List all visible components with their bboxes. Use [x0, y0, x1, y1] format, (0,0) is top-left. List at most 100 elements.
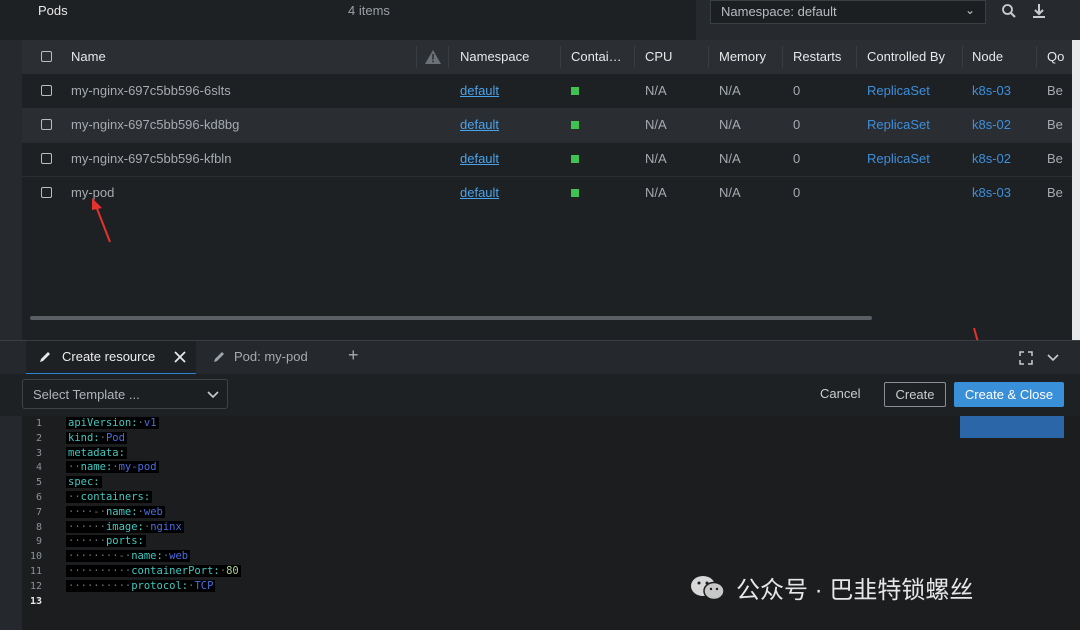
column-divider — [416, 46, 417, 68]
annotation-arrow — [92, 198, 111, 243]
column-header-cpu[interactable]: CPU — [645, 49, 672, 64]
line-number: 3 — [35, 448, 42, 459]
code-line: ········-·name:·web — [66, 550, 191, 562]
line-number: 6 — [35, 492, 42, 503]
code-line: spec: — [66, 476, 102, 488]
column-header-memory[interactable]: Memory — [719, 49, 766, 64]
pod-name: my-nginx-697c5bb596-6slts — [71, 83, 231, 98]
column-header-containers[interactable]: Contai… — [571, 49, 622, 64]
download-icon[interactable] — [1030, 2, 1048, 20]
code-line: ····-·name:·web — [66, 506, 165, 518]
restarts-value: 0 — [793, 151, 801, 166]
container-status — [571, 189, 579, 197]
cpu-value: N/A — [645, 185, 667, 200]
line-number: 8 — [35, 522, 42, 533]
pencil-icon — [40, 352, 50, 362]
column-divider — [560, 46, 561, 68]
search-icon[interactable] — [1000, 2, 1018, 20]
controlled-by-link[interactable]: ReplicaSet — [867, 117, 930, 132]
cancel-button[interactable]: Cancel — [820, 386, 860, 401]
code-line: metadata: — [66, 447, 127, 459]
column-divider — [856, 46, 857, 68]
column-divider — [708, 46, 709, 68]
column-header-qos[interactable]: Qo — [1047, 49, 1064, 64]
column-header-restarts[interactable]: Restarts — [793, 49, 841, 64]
column-divider — [634, 46, 635, 68]
column-header-node[interactable]: Node — [972, 49, 1003, 64]
line-number: 1 — [35, 418, 42, 429]
column-divider — [962, 46, 963, 68]
namespace-link[interactable]: default — [460, 117, 499, 132]
row-checkbox[interactable] — [41, 153, 52, 164]
row-checkbox[interactable] — [41, 187, 52, 198]
tab-pod-my-pod[interactable]: Pod: my-pod — [210, 341, 340, 373]
row-checkbox[interactable] — [41, 119, 52, 130]
node-link[interactable]: k8s-03 — [972, 83, 1011, 98]
line-number: 7 — [35, 507, 42, 518]
table-row[interactable]: my-nginx-697c5bb596-kd8bg default N/A N/… — [22, 108, 1072, 143]
pod-name: my-nginx-697c5bb596-kfbln — [71, 151, 232, 166]
column-header-controlled-by[interactable]: Controlled By — [867, 49, 945, 64]
tab-label: Pod: my-pod — [234, 349, 308, 364]
template-select[interactable]: Select Template ... — [22, 379, 228, 409]
code-line: apiVersion:·v1 — [66, 417, 159, 429]
create-button[interactable]: Create — [884, 382, 946, 407]
select-all-checkbox[interactable] — [41, 51, 52, 62]
column-header-namespace[interactable]: Namespace — [460, 49, 529, 64]
node-link[interactable]: k8s-02 — [972, 151, 1011, 166]
namespace-link[interactable]: default — [460, 185, 499, 200]
code-line: ··········protocol:·TCP — [66, 580, 216, 592]
line-number: 12 — [29, 581, 42, 592]
row-checkbox[interactable] — [41, 85, 52, 96]
node-link[interactable]: k8s-03 — [972, 185, 1011, 200]
node-link[interactable]: k8s-02 — [972, 117, 1011, 132]
chevron-down-icon[interactable] — [1046, 352, 1060, 364]
add-tab-button[interactable]: + — [348, 345, 359, 366]
item-count: 4 items — [348, 3, 390, 18]
cpu-value: N/A — [645, 117, 667, 132]
controlled-by-link[interactable]: ReplicaSet — [867, 151, 930, 166]
left-gutter — [0, 40, 22, 340]
memory-value: N/A — [719, 185, 741, 200]
watermark-text: 公众号 · 巴韭特锁螺丝 — [736, 577, 974, 604]
editor-scrollbar[interactable] — [1066, 416, 1080, 630]
pencil-icon — [214, 352, 224, 362]
restarts-value: 0 — [793, 83, 801, 98]
code-line: ······image:·nginx — [66, 521, 184, 533]
namespace-link[interactable]: default — [460, 151, 499, 166]
horizontal-scrollbar[interactable] — [30, 316, 872, 320]
chevron-down-icon — [207, 391, 219, 399]
controlled-by-link[interactable]: ReplicaSet — [867, 83, 930, 98]
editor-left-margin — [0, 416, 22, 630]
container-status — [571, 87, 579, 95]
memory-value: N/A — [719, 151, 741, 166]
close-icon[interactable] — [174, 351, 186, 363]
cpu-value: N/A — [645, 83, 667, 98]
create-and-close-button[interactable]: Create & Close — [954, 382, 1064, 407]
line-number: 10 — [29, 551, 42, 562]
editor-minimap[interactable] — [960, 416, 1064, 438]
right-edge — [1072, 40, 1080, 340]
line-number: 9 — [35, 536, 42, 547]
page-title: Pods — [38, 3, 68, 18]
chevron-down-icon: ⌄ — [964, 3, 975, 17]
namespace-select[interactable]: Namespace: default ⌄ — [710, 0, 986, 24]
line-number: 11 — [29, 566, 42, 577]
table-row[interactable]: my-nginx-697c5bb596-kfbln default N/A N/… — [22, 142, 1072, 177]
namespace-select-label: Namespace: default — [721, 4, 837, 19]
qos-value: Be — [1047, 83, 1063, 98]
namespace-link[interactable]: default — [460, 83, 499, 98]
column-divider — [1036, 46, 1037, 68]
tab-create-resource[interactable]: Create resource — [26, 341, 196, 375]
template-select-placeholder: Select Template ... — [33, 387, 140, 402]
table-row[interactable]: my-pod default N/A N/A 0 k8s-03 Be — [22, 176, 1072, 210]
qos-value: Be — [1047, 151, 1063, 166]
code-line: ··········containerPort:·80 — [66, 565, 241, 577]
warning-icon — [424, 49, 442, 65]
maximize-icon[interactable] — [1019, 351, 1033, 365]
column-header-name[interactable]: Name — [71, 49, 106, 64]
wechat-icon — [691, 576, 725, 601]
column-divider — [448, 46, 449, 68]
line-number: 5 — [35, 477, 42, 488]
table-row[interactable]: my-nginx-697c5bb596-6slts default N/A N/… — [22, 74, 1072, 109]
